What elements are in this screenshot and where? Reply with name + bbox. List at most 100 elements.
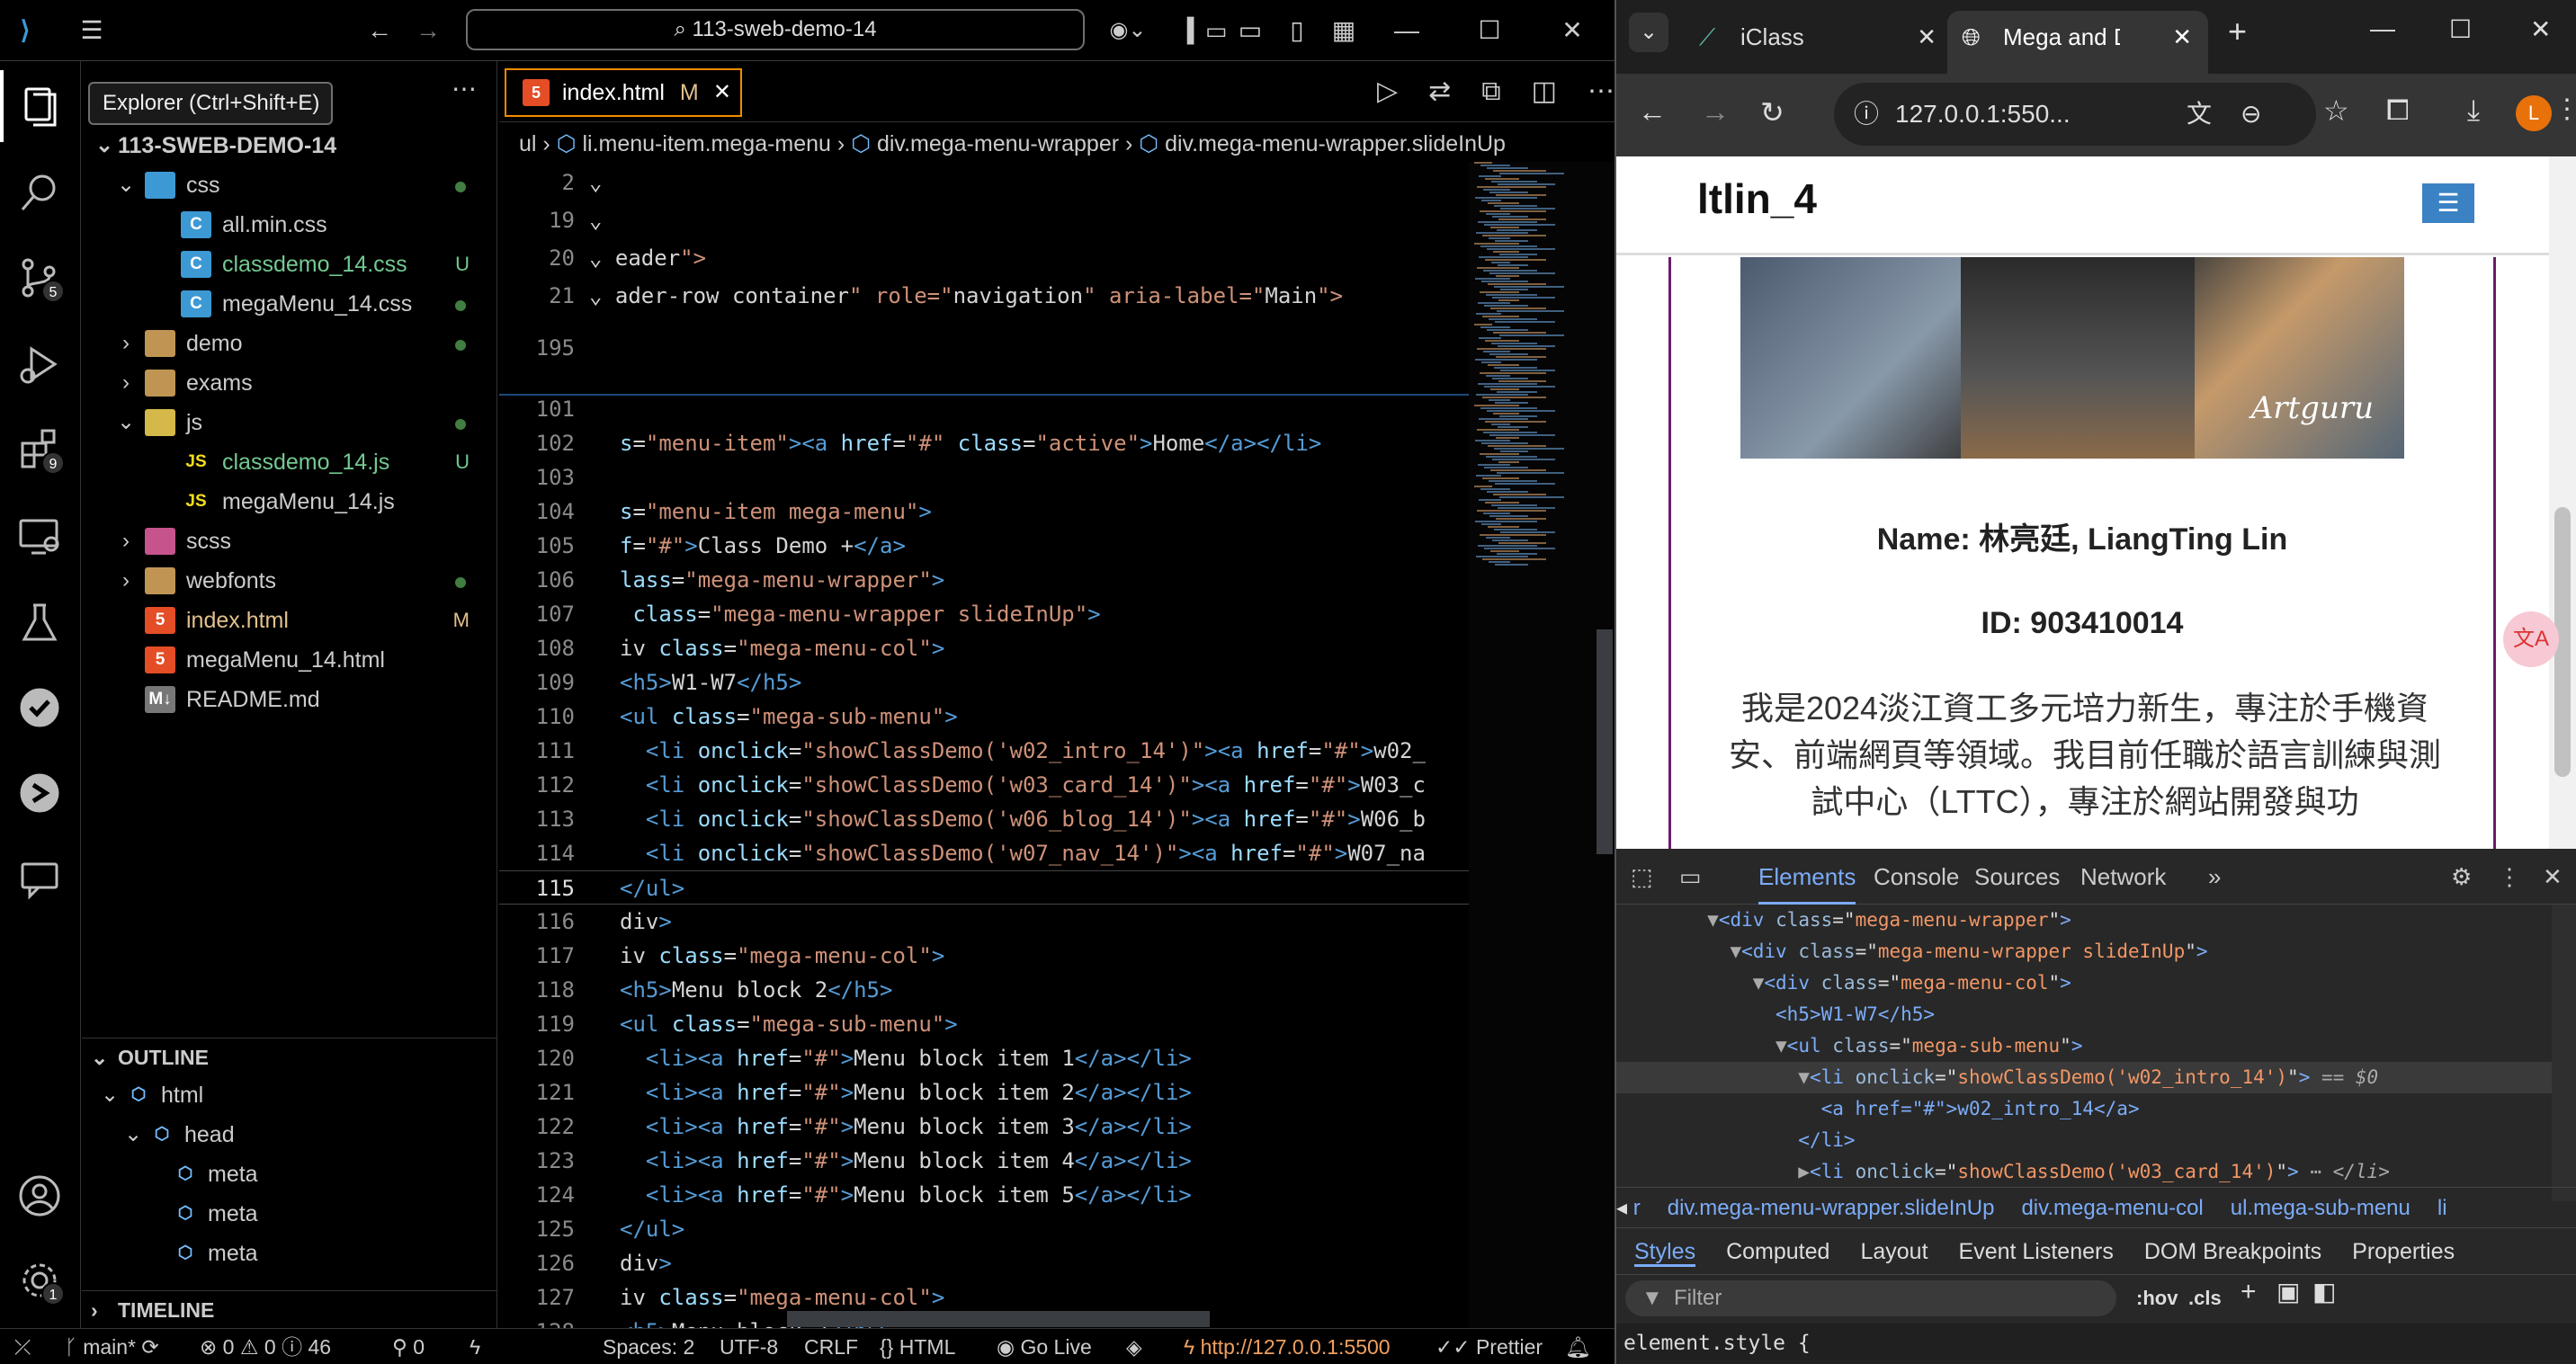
devtools-tab-sources[interactable]: Sources xyxy=(1974,849,2060,905)
new-tab-icon[interactable]: + xyxy=(2228,13,2247,50)
more-actions-icon[interactable]: ⋯ xyxy=(1588,76,1614,106)
site-info-icon[interactable]: ⓘ xyxy=(1854,83,1879,146)
close-devtools-icon[interactable]: ✕ xyxy=(2543,849,2563,905)
toggle-secondary-sidebar-icon[interactable]: ▯ xyxy=(1279,13,1315,49)
code-line[interactable]: 126 div> xyxy=(499,1246,1469,1280)
toggle-sidebar-icon[interactable]: ▍▭ xyxy=(1187,13,1228,49)
dom-crumb[interactable]: ul.mega-sub-menu xyxy=(2231,1196,2411,1220)
dom-node[interactable]: ▼<div class="mega-menu-col"> xyxy=(1616,967,2561,999)
extensions-puzzle-icon[interactable]: ⧠ xyxy=(2386,94,2410,128)
dom-node[interactable]: ▶<li onclick="showClassDemo('w03_card_14… xyxy=(1616,1156,2561,1188)
code-line[interactable]: 111 <li onclick="showClassDemo('w02_intr… xyxy=(499,734,1469,768)
outline-item[interactable]: ⬡ meta xyxy=(82,1154,496,1194)
code-line[interactable]: 121 <li><a href="#">Menu block item 2</a… xyxy=(499,1075,1469,1110)
device-toolbar-icon[interactable]: ▭ xyxy=(1679,849,1702,905)
styles-subtab[interactable]: Layout xyxy=(1860,1239,1928,1264)
forward-arrow-icon[interactable]: → xyxy=(1701,95,1730,129)
tree-item[interactable]: CmegaMenu_14.css xyxy=(82,284,496,324)
code-line[interactable]: 105 f="#">Class Demo +</a> xyxy=(499,529,1469,563)
notifications-bell-icon[interactable]: 🔔︎ xyxy=(1565,1329,1591,1364)
horizontal-scrollbar-thumb[interactable] xyxy=(787,1311,1210,1327)
page-scrollbar[interactable] xyxy=(2549,156,2576,849)
code-line[interactable]: 118 <h5>Menu block 2</h5> xyxy=(499,973,1469,1007)
close-window-icon[interactable]: ✕ xyxy=(1554,13,1590,49)
translate-float-icon[interactable]: 文A xyxy=(2503,611,2559,667)
close-tab-icon[interactable]: ✕ xyxy=(2172,11,2192,63)
tree-item[interactable]: 5 megaMenu_14.html xyxy=(82,640,496,680)
paint-brush-icon[interactable]: ▣ xyxy=(2276,1277,2300,1306)
code-line[interactable]: 116 div> xyxy=(499,905,1469,939)
remote-explorer-activity[interactable] xyxy=(0,500,79,572)
code-line[interactable]: 106 lass="mega-menu-wrapper"> xyxy=(499,563,1469,597)
computed-sidebar-icon[interactable]: ◧ xyxy=(2312,1277,2336,1306)
more-tabs-icon[interactable]: » xyxy=(2208,849,2221,905)
dom-node[interactable]: ▼<ul class="mega-sub-menu"> xyxy=(1616,1030,2561,1062)
close-tab-icon[interactable]: ✕ xyxy=(713,70,731,115)
explorer-activity[interactable] xyxy=(0,70,79,142)
search-activity[interactable] xyxy=(0,156,79,228)
command-center-search[interactable]: ⌕ 113-sweb-demo-14 xyxy=(466,9,1085,50)
new-style-rule-icon[interactable]: + xyxy=(2241,1277,2257,1307)
tree-item[interactable]: Cclassdemo_14.css U xyxy=(82,245,496,284)
copilot-status-icon[interactable]: ◈ xyxy=(1126,1329,1142,1364)
tree-item[interactable]: › demo xyxy=(82,324,496,363)
accounts-activity[interactable] xyxy=(0,1160,79,1232)
browser-tab-iclass[interactable]: ⟋ iClass ✕ xyxy=(1685,11,1945,63)
tree-item[interactable]: JS megaMenu_14.js xyxy=(82,482,496,522)
code-line[interactable]: 113 <li onclick="showClassDemo('w06_blog… xyxy=(499,802,1469,836)
timeline-section-header[interactable]: › TIMELINE xyxy=(82,1290,496,1328)
encoding-indicator[interactable]: UTF-8 xyxy=(720,1329,778,1364)
breadcrumb-item[interactable]: ul xyxy=(519,131,536,156)
devtools-menu-icon[interactable]: ⋮ xyxy=(2498,849,2521,905)
prettier-indicator[interactable]: ✓✓ Prettier xyxy=(1436,1329,1543,1364)
dom-node[interactable]: ▼<div class="mega-menu-wrapper"> xyxy=(1616,905,2561,936)
outline-section-header[interactable]: ⌄ OUTLINE xyxy=(82,1038,496,1075)
styles-filter-input[interactable]: ▼ Filter xyxy=(1625,1280,2116,1316)
back-arrow-icon[interactable]: ← xyxy=(1638,95,1667,129)
expand-arrow-icon[interactable]: ▼ xyxy=(1753,972,1765,994)
zoom-icon[interactable]: ⊖ xyxy=(2241,83,2261,146)
expand-arrow-icon[interactable]: ▼ xyxy=(1775,1035,1787,1056)
live-server-url[interactable]: ϟ http://127.0.0.1:5500 xyxy=(1184,1329,1391,1364)
go-live-button[interactable]: ◉ Go Live xyxy=(997,1329,1092,1364)
split-editor-icon[interactable]: ◫ xyxy=(1532,76,1588,106)
breadcrumb-item[interactable]: li.menu-item.mega-menu xyxy=(582,131,831,156)
code-line[interactable]: 114 <li onclick="showClassDemo('w07_nav_… xyxy=(499,836,1469,870)
tab-search-icon[interactable]: ⌄ xyxy=(1629,13,1668,52)
expand-arrow-icon[interactable]: ▼ xyxy=(1730,941,1741,962)
minimize-icon[interactable]: — xyxy=(1389,13,1425,49)
sticky-line[interactable]: 21 ⌄ ader-row container" role="navigation… xyxy=(499,279,1469,313)
browser-tab-active[interactable]: 🌐︎ Mega and D ✕ xyxy=(1947,11,2208,74)
code-line[interactable]: 110 <ul class="mega-sub-menu"> xyxy=(499,700,1469,734)
tree-item[interactable]: Call.min.css xyxy=(82,205,496,245)
manage-activity[interactable]: 1 xyxy=(0,1244,79,1316)
breadcrumb-item[interactable]: div.mega-menu-wrapper.slideInUp xyxy=(1165,131,1506,156)
dom-crumb[interactable]: li xyxy=(2437,1196,2447,1220)
compare-icon[interactable]: ⇄ xyxy=(1428,76,1481,106)
tree-item[interactable]: 5 index.html M xyxy=(82,601,496,640)
copilot-icon[interactable]: ◉⌄ xyxy=(1103,13,1153,49)
expand-arrow-icon[interactable]: ▼ xyxy=(1798,1066,1810,1088)
breadcrumb-item[interactable]: div.mega-menu-wrapper xyxy=(877,131,1119,156)
sticky-line[interactable]: 20 ⌄ eader"> xyxy=(499,241,1469,275)
todo-activity[interactable] xyxy=(0,672,79,744)
dom-crumb[interactable]: r xyxy=(1633,1196,1641,1220)
profile-avatar[interactable]: L xyxy=(2516,95,2552,131)
code-line[interactable]: 108 iv class="mega-menu-col"> xyxy=(499,631,1469,665)
dom-tree-scrollbar[interactable] xyxy=(2552,905,2576,1201)
extensions-activity[interactable]: 9 xyxy=(0,414,79,486)
minimize-icon[interactable]: — xyxy=(2370,14,2395,43)
inspect-element-icon[interactable]: ⬚ xyxy=(1631,849,1653,905)
styles-subtab[interactable]: DOM Breakpoints xyxy=(2144,1239,2321,1264)
lightning-icon[interactable]: ϟ xyxy=(470,1329,480,1364)
code-line[interactable]: 104 s="menu-item mega-menu"> xyxy=(499,495,1469,529)
maximize-icon[interactable]: ☐ xyxy=(2449,14,2472,44)
crumb-scroll-left-icon[interactable]: ◂ xyxy=(1616,1196,1633,1220)
address-bar[interactable]: ⓘ 127.0.0.1:550... 文 ⊖ xyxy=(1834,83,2316,146)
tree-item[interactable]: › webfonts xyxy=(82,561,496,601)
code-line[interactable]: 119 <ul class="mega-sub-menu"> xyxy=(499,1007,1469,1041)
dom-node[interactable]: ▼<li onclick="showClassDemo('w02_intro_1… xyxy=(1616,1062,2561,1093)
reload-icon[interactable]: ↻ xyxy=(1760,95,1784,129)
chat-activity[interactable] xyxy=(0,843,79,915)
tree-item[interactable]: › scss xyxy=(82,522,496,561)
